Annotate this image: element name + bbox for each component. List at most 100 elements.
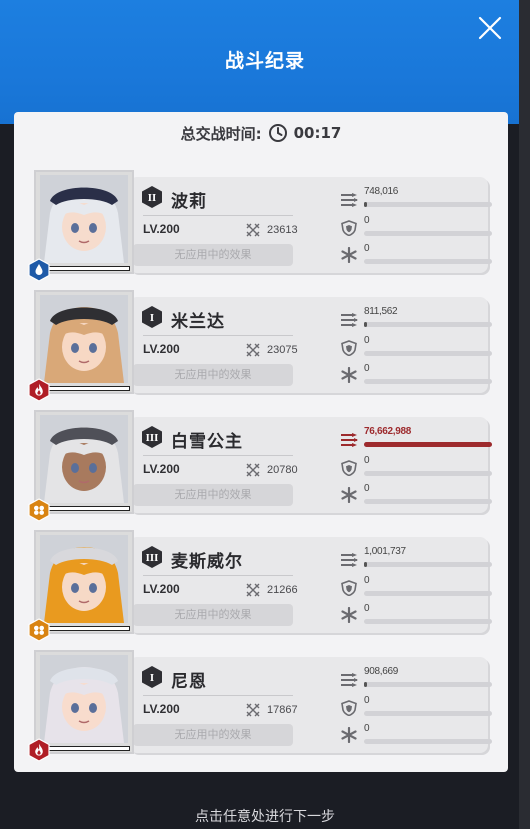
doll-level: LV.200 <box>143 462 180 476</box>
svg-text:I: I <box>150 314 154 324</box>
doll-portrait[interactable] <box>28 650 134 762</box>
rank-badge-icon: I <box>142 666 162 688</box>
battle-time-label: 总交战时间: <box>180 124 262 143</box>
shield-icon <box>341 220 357 236</box>
damage-bar-fill <box>364 322 367 327</box>
doll-portrait-art <box>40 175 128 263</box>
doll-portrait[interactable] <box>28 170 134 282</box>
damage-icon <box>341 673 358 687</box>
doll-portrait-art <box>40 415 128 503</box>
combat-power: 17867 <box>267 704 298 716</box>
combat-power: 23075 <box>267 344 298 356</box>
doll-portrait[interactable] <box>28 530 134 642</box>
support-value: 0 <box>364 723 370 734</box>
svg-text:III: III <box>146 434 159 444</box>
damage-bar-fill <box>364 442 492 447</box>
shield-icon <box>341 580 357 596</box>
portrait-image <box>40 415 128 503</box>
svg-text:III: III <box>146 554 159 564</box>
portrait-image <box>40 655 128 743</box>
continue-hint[interactable]: 点击任意处进行下一步 <box>0 806 530 826</box>
doll-name: 白雪公主 <box>171 432 243 452</box>
damage-bar <box>364 682 492 687</box>
name-divider <box>143 335 293 336</box>
effects-status: 无应用中的效果 <box>133 604 293 626</box>
flame-icon <box>28 738 50 762</box>
damage-value: 811,562 <box>364 306 398 317</box>
damage-icon <box>341 553 358 567</box>
close-icon <box>478 16 502 40</box>
support-asterisk-icon <box>341 247 357 263</box>
hex-cluster-icon <box>28 618 50 642</box>
damage-bar-fill <box>364 562 367 567</box>
defense-bar <box>364 471 492 476</box>
doll-level: LV.200 <box>143 342 180 356</box>
close-button[interactable] <box>478 16 502 40</box>
defense-bar <box>364 711 492 716</box>
doll-portrait-art <box>40 535 128 623</box>
portrait-image <box>40 175 128 263</box>
support-bar <box>364 619 492 624</box>
damage-bar-fill <box>364 682 367 687</box>
doll-name: 麦斯威尔 <box>171 552 243 572</box>
type-badge <box>27 618 51 642</box>
portrait-image <box>40 535 128 623</box>
shield-icon <box>341 340 357 356</box>
crossed-swords-icon <box>246 463 260 477</box>
battle-time: 总交战时间: 00:17 <box>14 122 508 144</box>
hp-bar <box>40 506 130 511</box>
defense-bar <box>364 591 492 596</box>
combat-power: 23613 <box>267 224 298 236</box>
damage-value: 1,001,737 <box>364 546 406 557</box>
hp-bar <box>40 746 130 751</box>
support-bar <box>364 259 492 264</box>
doll-name: 波莉 <box>171 192 207 212</box>
water-drop-icon <box>28 258 50 282</box>
damage-bar <box>364 202 492 207</box>
damage-bar-fill <box>364 202 367 207</box>
doll-record-row[interactable]: I 尼恩 LV.200 17867 无应用中的效果 908,669 0 0 <box>28 650 492 762</box>
defense-bar <box>364 231 492 236</box>
battle-time-value: 00:17 <box>293 124 342 142</box>
damage-value: 748,016 <box>364 186 399 197</box>
support-asterisk-icon <box>341 367 357 383</box>
defense-value: 0 <box>364 455 370 466</box>
doll-info-card: I 米兰达 LV.200 23075 无应用中的效果 811,562 0 0 <box>129 297 492 393</box>
type-badge <box>27 258 51 282</box>
doll-info-card: III 白雪公主 LV.200 20780 无应用中的效果 76,662,988 0 0 <box>129 417 492 513</box>
doll-portrait-art <box>40 655 128 743</box>
crossed-swords-icon <box>246 583 260 597</box>
portrait-image <box>40 295 128 383</box>
effects-status: 无应用中的效果 <box>133 484 293 506</box>
name-divider <box>143 695 293 696</box>
type-badge <box>27 498 51 522</box>
name-divider <box>143 215 293 216</box>
support-asterisk-icon <box>341 727 357 743</box>
doll-portrait[interactable] <box>28 290 134 402</box>
damage-icon <box>341 433 358 447</box>
crossed-swords-icon <box>246 343 260 357</box>
defense-bar <box>364 351 492 356</box>
defense-value: 0 <box>364 575 370 586</box>
doll-portrait-art <box>40 295 128 383</box>
svg-text:I: I <box>150 674 154 684</box>
hp-bar <box>40 386 130 391</box>
type-badge <box>27 738 51 762</box>
rank-badge-icon: III <box>142 426 162 448</box>
damage-bar <box>364 322 492 327</box>
damage-bar <box>364 442 492 447</box>
doll-portrait[interactable] <box>28 410 134 522</box>
doll-level: LV.200 <box>143 702 180 716</box>
doll-record-row[interactable]: III 白雪公主 LV.200 20780 无应用中的效果 76,662,988 0 0 <box>28 410 492 522</box>
doll-record-row[interactable]: III 麦斯威尔 LV.200 21266 无应用中的效果 1,001,737 0 0 <box>28 530 492 642</box>
defense-value: 0 <box>364 695 370 706</box>
doll-record-row[interactable]: I 米兰达 LV.200 23075 无应用中的效果 811,562 0 0 <box>28 290 492 402</box>
type-badge <box>27 378 51 402</box>
rank-badge: I <box>141 305 163 329</box>
effects-status: 无应用中的效果 <box>133 724 293 746</box>
defense-value: 0 <box>364 335 370 346</box>
doll-record-row[interactable]: II 波莉 LV.200 23613 无应用中的效果 748,016 0 0 <box>28 170 492 282</box>
combat-power: 21266 <box>267 584 298 596</box>
damage-icon <box>341 313 358 327</box>
support-value: 0 <box>364 243 370 254</box>
